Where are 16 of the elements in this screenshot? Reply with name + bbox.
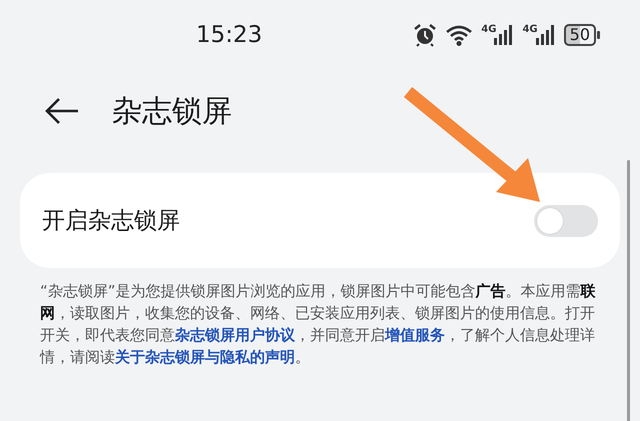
- toggle-switch[interactable]: [534, 204, 598, 236]
- setting-label: 开启杂志锁屏: [42, 207, 180, 236]
- network-type: 4G: [481, 25, 496, 35]
- signal-icon: [536, 25, 556, 45]
- battery-level: 50: [564, 24, 596, 46]
- alarm-icon: [413, 23, 438, 47]
- link[interactable]: 杂志锁屏用户协议: [175, 326, 295, 344]
- signal-icon: [494, 25, 514, 45]
- wifi-icon: [445, 24, 474, 46]
- page-title: 杂志锁屏: [112, 92, 232, 130]
- notice-text: “杂志锁屏”是为您提供锁屏图片浏览的应用，锁屏图片中可能包含广告。本应用需联网，读取图片，收集您的设备、网络、已安装应用列表、锁屏图片的使用信息。打开开关，即代表您同意杂志锁屏用户协议，并同意开启增值服务，了解个人信息处理详情，请阅读关于杂志锁屏与隐私的声明。: [40, 281, 596, 368]
- link[interactable]: 增值服务: [385, 326, 445, 344]
- link[interactable]: 关于杂志锁屏与隐私的声明: [115, 348, 295, 366]
- network-type: 4G: [522, 25, 538, 35]
- back-icon: [44, 97, 80, 125]
- clock-time: 15:23: [196, 22, 262, 48]
